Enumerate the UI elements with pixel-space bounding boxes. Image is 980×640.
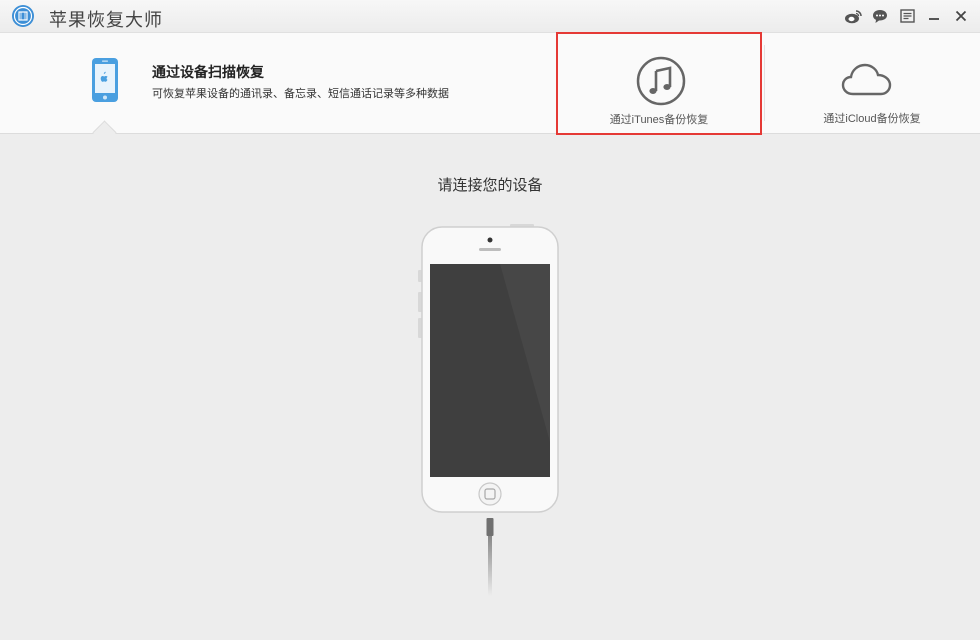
itunes-backup-mode[interactable]: 通过iTunes备份恢复 [556,32,762,135]
app-logo-icon [12,5,34,27]
connect-device-prompt: 请连接您的设备 [437,177,543,194]
itunes-music-icon [636,56,686,106]
weibo-icon[interactable] [844,8,862,24]
icloud-mode-label: 通过iCloud备份恢复 [823,113,921,125]
title-bar: 苹果恢复大师 [0,0,980,33]
feedback-icon[interactable] [898,8,916,24]
chat-icon[interactable] [871,8,889,24]
phone-icon [92,58,118,102]
scan-mode-description: 可恢复苹果设备的通讯录、备忘录、短信通话记录等多种数据 [152,88,449,100]
cloud-icon [841,63,892,96]
itunes-mode-label: 通过iTunes备份恢复 [609,114,709,126]
icloud-backup-mode[interactable]: 通过iCloud备份恢复 [764,33,980,133]
app-title: 苹果恢复大师 [49,10,163,30]
close-icon[interactable] [952,8,970,24]
scan-device-mode[interactable]: 通过设备扫描恢复 可恢复苹果设备的通讯录、备忘录、短信通话记录等多种数据 [0,33,556,133]
iphone-illustration [418,224,559,596]
recovery-mode-bar: 通过设备扫描恢复 可恢复苹果设备的通讯录、备忘录、短信通话记录等多种数据 通过i… [0,32,980,135]
scan-mode-title: 通过设备扫描恢复 [152,64,264,80]
minimize-icon[interactable] [925,8,943,24]
